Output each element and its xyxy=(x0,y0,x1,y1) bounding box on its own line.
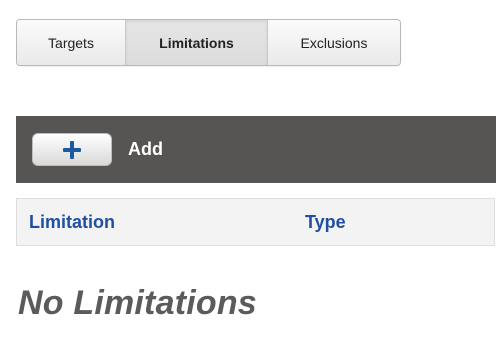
tab-limitations-label: Limitations xyxy=(159,34,234,51)
tab-bar: Targets Limitations Exclusions xyxy=(16,19,401,66)
column-header-limitation[interactable]: Limitation xyxy=(29,212,115,233)
tab-exclusions[interactable]: Exclusions xyxy=(268,20,400,65)
plus-icon xyxy=(62,140,82,160)
tab-targets-label: Targets xyxy=(48,34,94,51)
empty-state-message: No Limitations xyxy=(18,284,257,322)
tab-exclusions-label: Exclusions xyxy=(300,34,368,51)
tab-targets[interactable]: Targets xyxy=(17,20,126,65)
add-label[interactable]: Add xyxy=(128,139,163,160)
tab-limitations[interactable]: Limitations xyxy=(126,20,268,65)
limitations-toolbar: Add xyxy=(16,116,496,183)
column-header-type[interactable]: Type xyxy=(305,212,346,233)
limitations-table-header: Limitation Type xyxy=(16,198,495,246)
add-button[interactable] xyxy=(32,133,112,166)
